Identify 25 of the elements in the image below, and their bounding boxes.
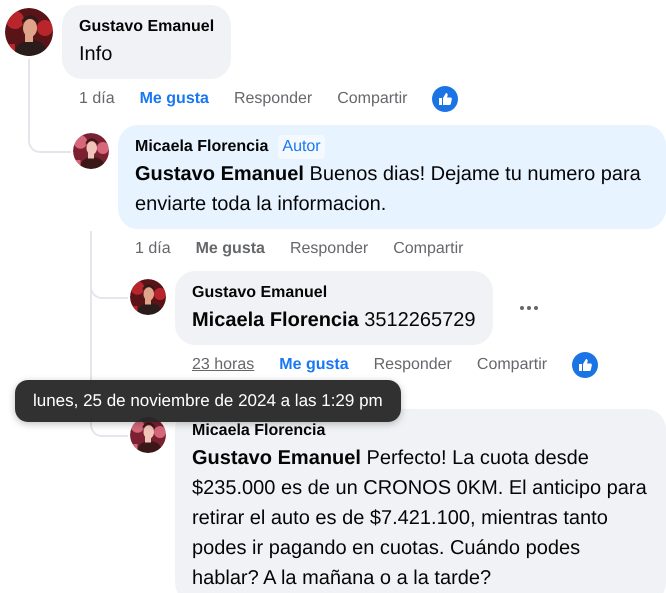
comment-text: Gustavo Emanuel Perfecto! La cuota desde $235.000 es de un CRONOS 0KM. El anticipo para retirar el auto es de $7.421.100, mientras tanto podes ir pagando en cuotas. Cuándo podes hablar? A la mañana o a la tarde? bbox=[192, 446, 648, 591]
share-link[interactable]: Compartir bbox=[337, 90, 408, 108]
like-link[interactable]: Me gusta bbox=[140, 90, 209, 108]
like-link[interactable]: Me gusta bbox=[196, 240, 265, 258]
timestamp-link[interactable]: 1 día bbox=[135, 240, 171, 258]
reply-link[interactable]: Responder bbox=[234, 90, 312, 108]
comment-text: Gustavo Emanuel Buenos dias! Dejame tu numero para enviarte toda la informacion. bbox=[135, 162, 642, 217]
like-reaction-icon[interactable] bbox=[432, 86, 458, 112]
timestamp-link[interactable]: 23 horas bbox=[192, 356, 254, 374]
author-name[interactable]: Gustavo Emanuel bbox=[192, 281, 328, 305]
author-name[interactable]: Gustavo Emanuel bbox=[79, 15, 214, 39]
reply-link[interactable]: Responder bbox=[374, 356, 452, 374]
date-tooltip: lunes, 25 de noviembre de 2024 a las 1:29 pm bbox=[15, 380, 401, 422]
timestamp-link[interactable]: 1 día bbox=[79, 90, 115, 108]
comment-text: Info bbox=[79, 42, 114, 67]
comment-text: Micaela Florencia 3512265729 bbox=[192, 308, 476, 333]
author-name[interactable]: Micaela Florencia bbox=[135, 135, 268, 159]
share-link[interactable]: Compartir bbox=[393, 240, 464, 258]
like-reaction-icon[interactable] bbox=[572, 352, 598, 378]
reply-link[interactable]: Responder bbox=[290, 240, 368, 258]
author-badge: Autor bbox=[278, 135, 325, 159]
more-options-icon[interactable] bbox=[518, 305, 539, 311]
like-link[interactable]: Me gusta bbox=[279, 356, 349, 374]
share-link[interactable]: Compartir bbox=[476, 356, 548, 374]
author-name[interactable]: Micaela Florencia bbox=[192, 419, 326, 443]
